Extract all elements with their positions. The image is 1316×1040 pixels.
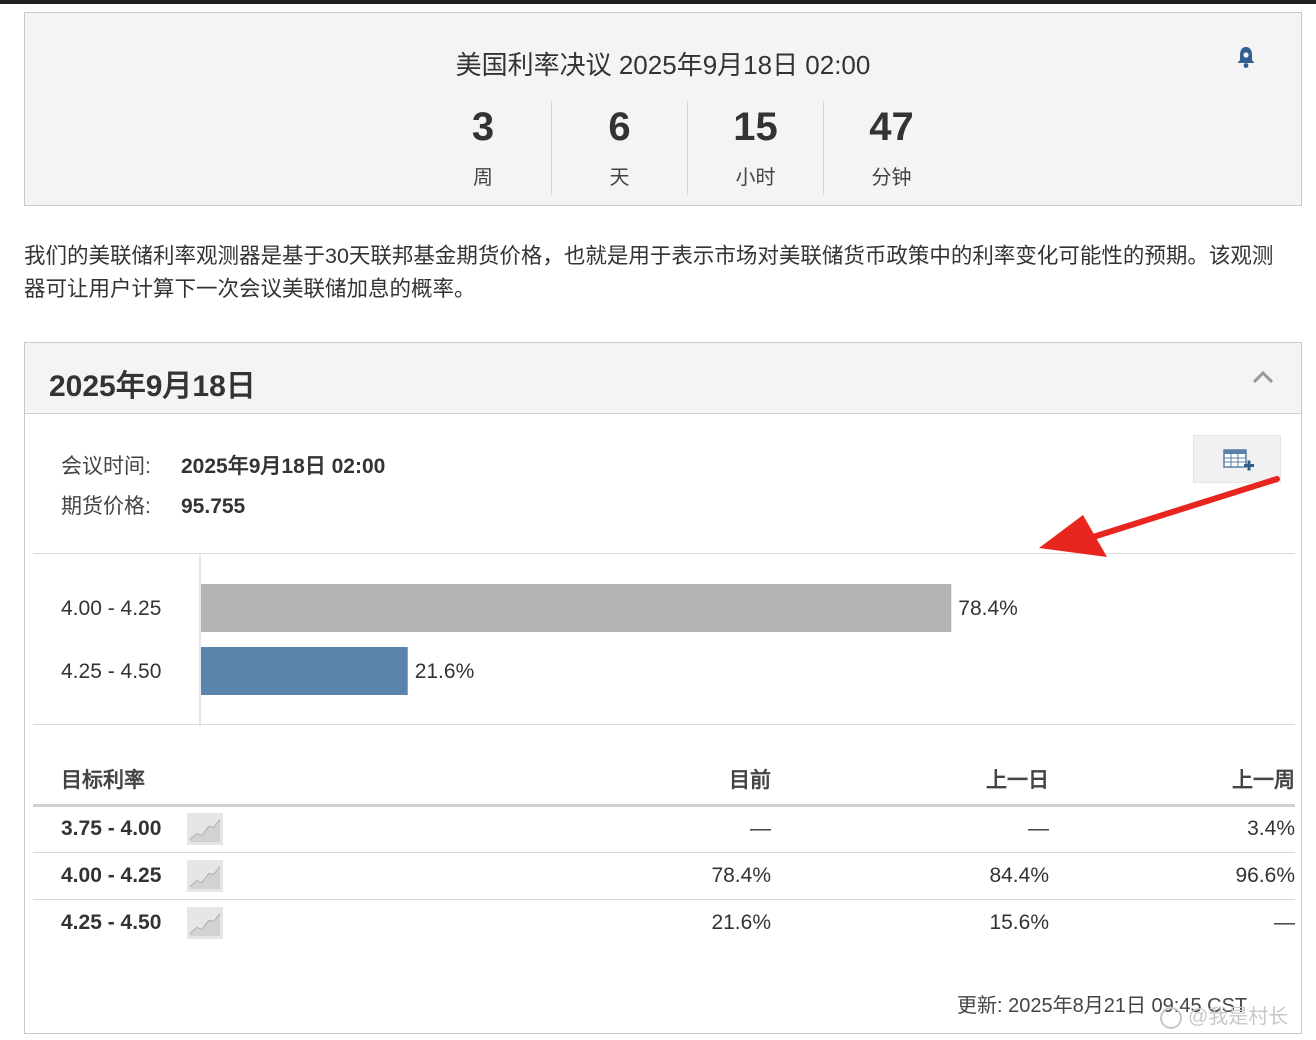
watermark-text: @我是村长 xyxy=(1188,1006,1289,1028)
probability-bar[interactable] xyxy=(201,647,408,695)
col-current: 目前 xyxy=(631,755,771,807)
bell-icon[interactable] xyxy=(1235,45,1257,69)
meeting-info: 会议时间: 2025年9月18日 02:00 期货价格: 95.755 xyxy=(61,447,385,527)
countdown-minutes: 47 分钟 xyxy=(823,101,959,195)
bar-category-label: 4.25 - 4.50 xyxy=(61,660,161,683)
prev-day-value: 15.6% xyxy=(989,910,1049,934)
futures-price-value: 95.755 xyxy=(181,495,246,518)
top-rule xyxy=(0,0,1316,4)
probability-chart: 4.00 - 4.25 78.4% 4.25 - 4.50 21.6% xyxy=(33,553,1295,726)
meeting-card: 2025年9月18日 会议时间: 2025年9月18日 02:00 期货价格: … xyxy=(24,342,1302,1034)
watermark: @我是村长 xyxy=(1160,1000,1288,1029)
prev-week-value: — xyxy=(1274,910,1295,934)
meeting-time-row: 会议时间: 2025年9月18日 02:00 xyxy=(61,447,385,487)
current-value: 78.4% xyxy=(631,852,771,900)
countdown-value: 47 xyxy=(869,105,914,149)
countdown-value: 15 xyxy=(733,105,778,149)
event-title: 美国利率决议 2025年9月18日 02:00 xyxy=(455,50,871,80)
countdown-label: 小时 xyxy=(735,167,776,189)
target-rate-range: 4.25 - 4.50 xyxy=(61,910,162,934)
countdown-units: 3 周 6 天 15 小时 47 分钟 xyxy=(415,101,959,195)
sparkline-chart-icon[interactable] xyxy=(187,813,223,845)
current-value: 21.6% xyxy=(711,910,771,934)
calendar-add-icon xyxy=(1223,449,1254,471)
countdown-value: 6 xyxy=(608,105,631,149)
col-prev-day: 上一日 xyxy=(771,755,1049,807)
countdown-panel: 美国利率决议 2025年9月18日 02:00 3 周 6 天 15 小时 47… xyxy=(24,12,1302,206)
add-to-calendar-button[interactable] xyxy=(1193,435,1281,483)
probability-bar-chart: 4.00 - 4.25 78.4% 4.25 - 4.50 21.6% xyxy=(61,554,1018,726)
bar-category-label: 4.00 - 4.25 xyxy=(61,597,161,620)
bar-value-label: 78.4% xyxy=(958,597,1018,620)
prev-day-value: — xyxy=(771,805,1049,853)
target-rate-range: 3.75 - 4.00 xyxy=(61,817,162,840)
target-rate-range: 4.00 - 4.25 xyxy=(61,863,162,887)
chevron-up-icon[interactable] xyxy=(1251,369,1275,385)
probability-bar[interactable] xyxy=(201,584,952,632)
prev-week-value: 3.4% xyxy=(1049,805,1295,853)
table-row: 3.75 - 4.00 — — 3.4% xyxy=(33,805,1295,853)
futures-price-row: 期货价格: 95.755 xyxy=(61,487,385,527)
countdown-hours: 15 小时 xyxy=(687,101,823,195)
bar-value-label: 21.6% xyxy=(415,660,475,683)
prev-day-value: 84.4% xyxy=(771,852,1049,900)
countdown-days: 6 天 xyxy=(551,101,687,195)
col-target-rate: 目标利率 xyxy=(33,755,631,807)
table-row: 4.25 - 4.50 21.6% 15.6% — xyxy=(33,899,1295,946)
countdown-weeks: 3 周 xyxy=(415,101,551,195)
watermark-icon xyxy=(1160,1006,1182,1029)
meeting-date-title: 2025年9月18日 xyxy=(49,370,256,403)
countdown-label: 天 xyxy=(609,167,630,189)
countdown-label: 分钟 xyxy=(871,167,912,189)
countdown-value: 3 xyxy=(471,105,495,149)
sparkline-chart-icon[interactable] xyxy=(187,906,223,939)
target-rate-table: 目标利率 目前 上一日 上一周 3.75 - 4.00 — — 3.4% 4.0… xyxy=(33,755,1295,946)
meeting-time-value: 2025年9月18日 02:00 xyxy=(181,455,386,478)
prev-week-value: 96.6% xyxy=(1049,852,1295,900)
futures-price-label: 期货价格: xyxy=(61,495,151,518)
table-header-row: 目标利率 目前 上一日 上一周 xyxy=(33,755,1295,807)
table-row: 4.00 - 4.25 78.4% 84.4% 96.6% xyxy=(33,852,1295,900)
meeting-time-label: 会议时间: xyxy=(61,455,151,478)
current-value: — xyxy=(631,805,771,853)
intro-text: 我们的美联储利率观测器是基于30天联邦基金期货价格，也就是用于表示市场对美联储货… xyxy=(24,244,1274,301)
countdown-label: 周 xyxy=(473,167,493,189)
col-prev-week: 上一周 xyxy=(1049,755,1295,807)
meeting-card-header[interactable]: 2025年9月18日 xyxy=(25,343,1301,414)
sparkline-chart-icon[interactable] xyxy=(187,859,223,892)
